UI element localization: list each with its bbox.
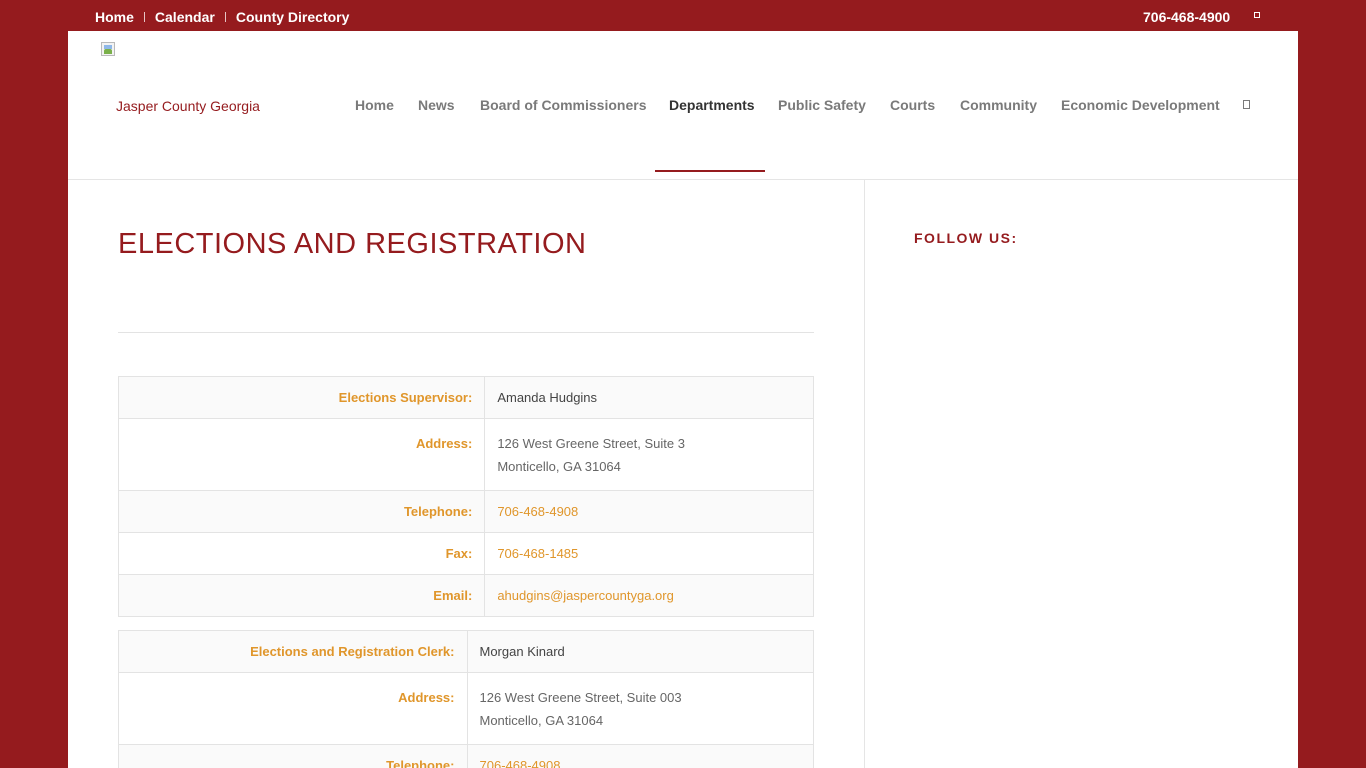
search-icon[interactable]	[1243, 100, 1250, 109]
title-divider	[118, 332, 814, 333]
row-label: Elections and Registration Clerk:	[118, 630, 468, 673]
row-label: Address:	[117, 418, 486, 491]
broken-image-icon[interactable]	[101, 42, 117, 58]
nav-board-of-commissioners[interactable]: Board of Commissioners	[480, 97, 646, 113]
nav-courts[interactable]: Courts	[890, 97, 935, 113]
row-value: Amanda Hudgins	[484, 376, 814, 419]
top-bar: Home Calendar County Directory 706-468-4…	[0, 0, 1366, 30]
row-label: Telephone:	[117, 490, 486, 533]
table-row: Elections Supervisor: Amanda Hudgins	[117, 376, 814, 419]
table-row: Email: ahudgins@jaspercountyga.org	[117, 574, 814, 617]
nav-news[interactable]: News	[418, 97, 455, 113]
phone-link[interactable]: 706-468-4908	[466, 744, 814, 768]
active-nav-indicator	[655, 170, 765, 172]
table-row: Address: 126 West Greene Street, Suite 3…	[117, 418, 814, 491]
row-label: Email:	[117, 574, 486, 617]
site-name[interactable]: Jasper County Georgia	[116, 98, 260, 114]
supervisor-info-table: Elections Supervisor: Amanda Hudgins Add…	[117, 376, 814, 617]
table-row: Telephone: 706-468-4908	[118, 744, 814, 768]
nav-home[interactable]: Home	[355, 97, 394, 113]
top-phone-number[interactable]: 706-468-4900	[1143, 9, 1230, 25]
social-icon[interactable]	[1254, 12, 1260, 18]
row-value: 126 West Greene Street, Suite 3 Monticel…	[484, 418, 814, 491]
top-link-home[interactable]: Home	[95, 9, 134, 25]
phone-link[interactable]: 706-468-4908	[484, 490, 814, 533]
top-links: Home Calendar County Directory	[95, 9, 349, 25]
table-row: Address: 126 West Greene Street, Suite 0…	[118, 672, 814, 745]
address-line: Monticello, GA 31064	[497, 459, 621, 474]
row-label: Fax:	[117, 532, 486, 575]
address-line: 126 West Greene Street, Suite 3	[497, 436, 685, 451]
table-row: Telephone: 706-468-4908	[117, 490, 814, 533]
top-links-separator	[143, 12, 145, 22]
email-link[interactable]: ahudgins@jaspercountyga.org	[484, 574, 814, 617]
sidebar-divider	[864, 180, 865, 768]
row-label: Address:	[118, 672, 468, 745]
page-container: Jasper County Georgia Home News Board of…	[68, 31, 1298, 768]
row-label: Elections Supervisor:	[117, 376, 486, 419]
row-value: 126 West Greene Street, Suite 003 Montic…	[466, 672, 814, 745]
address-line: Monticello, GA 31064	[479, 713, 604, 728]
clerk-info-table: Elections and Registration Clerk: Morgan…	[118, 630, 814, 768]
nav-departments[interactable]: Departments	[669, 97, 755, 113]
table-row: Elections and Registration Clerk: Morgan…	[118, 630, 814, 673]
nav-economic-development[interactable]: Economic Development	[1061, 97, 1220, 113]
top-link-county-directory[interactable]: County Directory	[236, 9, 350, 25]
address-line: 126 West Greene Street, Suite 003	[479, 690, 682, 705]
top-links-separator	[224, 12, 226, 22]
nav-public-safety[interactable]: Public Safety	[778, 97, 866, 113]
follow-us-title: FOLLOW US:	[914, 230, 1018, 246]
row-label: Telephone:	[118, 744, 468, 768]
site-header: Jasper County Georgia Home News Board of…	[68, 31, 1298, 180]
row-value: Morgan Kinard	[466, 630, 814, 673]
top-link-calendar[interactable]: Calendar	[155, 9, 215, 25]
table-row: Fax: 706-468-1485	[117, 532, 814, 575]
page-title: ELECTIONS AND REGISTRATION	[118, 228, 587, 260]
nav-community[interactable]: Community	[960, 97, 1037, 113]
fax-link[interactable]: 706-468-1485	[484, 532, 814, 575]
